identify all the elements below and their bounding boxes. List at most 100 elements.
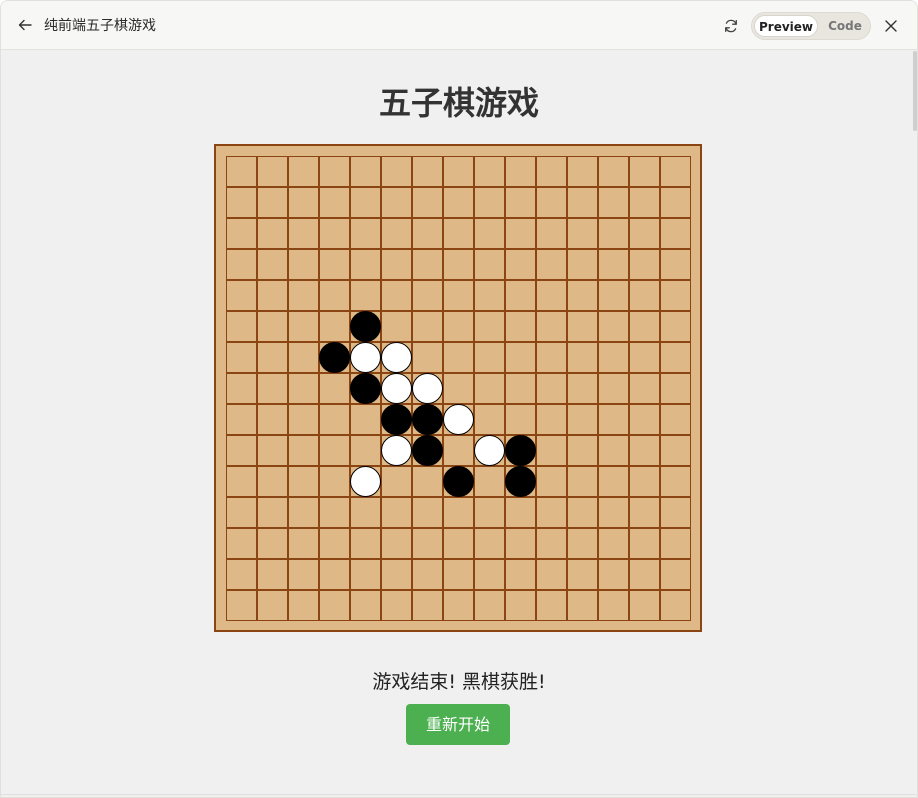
board-cell-5-3[interactable] xyxy=(319,311,350,342)
board-cell-11-10[interactable] xyxy=(536,497,567,528)
board-cell-11-0[interactable] xyxy=(226,497,257,528)
board-cell-12-11[interactable] xyxy=(567,528,598,559)
board-cell-7-4[interactable] xyxy=(350,373,381,404)
board-cell-1-7[interactable] xyxy=(443,187,474,218)
board-cell-2-4[interactable] xyxy=(350,218,381,249)
board-cell-2-0[interactable] xyxy=(226,218,257,249)
board-cell-2-7[interactable] xyxy=(443,218,474,249)
board-cell-12-9[interactable] xyxy=(505,528,536,559)
board-cell-4-5[interactable] xyxy=(381,280,412,311)
board-cell-0-7[interactable] xyxy=(443,156,474,187)
board-cell-1-5[interactable] xyxy=(381,187,412,218)
board-cell-3-6[interactable] xyxy=(412,249,443,280)
board-cell-10-1[interactable] xyxy=(257,466,288,497)
board-cell-5-5[interactable] xyxy=(381,311,412,342)
board-cell-8-3[interactable] xyxy=(319,404,350,435)
board-cell-7-9[interactable] xyxy=(505,373,536,404)
board-cell-13-8[interactable] xyxy=(474,559,505,590)
board-cell-13-5[interactable] xyxy=(381,559,412,590)
board-cell-10-8[interactable] xyxy=(474,466,505,497)
board-cell-1-2[interactable] xyxy=(288,187,319,218)
board-cell-2-8[interactable] xyxy=(474,218,505,249)
board-cell-12-13[interactable] xyxy=(629,528,660,559)
board-cell-13-4[interactable] xyxy=(350,559,381,590)
board-cell-1-10[interactable] xyxy=(536,187,567,218)
board-cell-14-2[interactable] xyxy=(288,590,319,621)
board-cell-3-7[interactable] xyxy=(443,249,474,280)
board-cell-6-1[interactable] xyxy=(257,342,288,373)
board-cell-13-1[interactable] xyxy=(257,559,288,590)
board-cell-5-7[interactable] xyxy=(443,311,474,342)
board-cell-14-14[interactable] xyxy=(660,590,691,621)
board-cell-13-2[interactable] xyxy=(288,559,319,590)
board-cell-11-9[interactable] xyxy=(505,497,536,528)
board-cell-12-8[interactable] xyxy=(474,528,505,559)
board-cell-2-6[interactable] xyxy=(412,218,443,249)
board-cell-8-2[interactable] xyxy=(288,404,319,435)
board-cell-6-10[interactable] xyxy=(536,342,567,373)
board-cell-7-12[interactable] xyxy=(598,373,629,404)
board-cell-9-14[interactable] xyxy=(660,435,691,466)
board-cell-3-12[interactable] xyxy=(598,249,629,280)
board-cell-6-9[interactable] xyxy=(505,342,536,373)
board-cell-13-9[interactable] xyxy=(505,559,536,590)
board-cell-3-0[interactable] xyxy=(226,249,257,280)
board-cell-10-5[interactable] xyxy=(381,466,412,497)
board-cell-8-4[interactable] xyxy=(350,404,381,435)
board-cell-14-4[interactable] xyxy=(350,590,381,621)
board-cell-3-4[interactable] xyxy=(350,249,381,280)
board-cell-14-1[interactable] xyxy=(257,590,288,621)
back-button[interactable] xyxy=(15,15,35,35)
board-cell-8-10[interactable] xyxy=(536,404,567,435)
board-cell-2-13[interactable] xyxy=(629,218,660,249)
board-cell-0-6[interactable] xyxy=(412,156,443,187)
board-cell-4-7[interactable] xyxy=(443,280,474,311)
board-cell-0-13[interactable] xyxy=(629,156,660,187)
board-cell-0-5[interactable] xyxy=(381,156,412,187)
board-cell-7-2[interactable] xyxy=(288,373,319,404)
board-cell-6-14[interactable] xyxy=(660,342,691,373)
board-cell-0-2[interactable] xyxy=(288,156,319,187)
board-cell-12-3[interactable] xyxy=(319,528,350,559)
board-cell-6-4[interactable] xyxy=(350,342,381,373)
board-cell-14-3[interactable] xyxy=(319,590,350,621)
board-cell-13-7[interactable] xyxy=(443,559,474,590)
board-cell-1-1[interactable] xyxy=(257,187,288,218)
board-cell-13-12[interactable] xyxy=(598,559,629,590)
board-cell-7-0[interactable] xyxy=(226,373,257,404)
board-cell-14-12[interactable] xyxy=(598,590,629,621)
board-cell-0-4[interactable] xyxy=(350,156,381,187)
board-cell-7-5[interactable] xyxy=(381,373,412,404)
board-cell-14-13[interactable] xyxy=(629,590,660,621)
board-cell-14-8[interactable] xyxy=(474,590,505,621)
board-cell-1-8[interactable] xyxy=(474,187,505,218)
board-cell-5-2[interactable] xyxy=(288,311,319,342)
board-cell-4-4[interactable] xyxy=(350,280,381,311)
board-cell-2-11[interactable] xyxy=(567,218,598,249)
board-cell-3-11[interactable] xyxy=(567,249,598,280)
board-cell-2-12[interactable] xyxy=(598,218,629,249)
board-cell-11-11[interactable] xyxy=(567,497,598,528)
board-cell-8-14[interactable] xyxy=(660,404,691,435)
board-cell-4-0[interactable] xyxy=(226,280,257,311)
board-cell-4-9[interactable] xyxy=(505,280,536,311)
board-cell-11-14[interactable] xyxy=(660,497,691,528)
board-cell-4-6[interactable] xyxy=(412,280,443,311)
board-cell-13-11[interactable] xyxy=(567,559,598,590)
board-cell-1-3[interactable] xyxy=(319,187,350,218)
board-cell-1-11[interactable] xyxy=(567,187,598,218)
board-cell-0-3[interactable] xyxy=(319,156,350,187)
board-cell-5-11[interactable] xyxy=(567,311,598,342)
board-cell-11-6[interactable] xyxy=(412,497,443,528)
board-cell-11-3[interactable] xyxy=(319,497,350,528)
board-cell-5-14[interactable] xyxy=(660,311,691,342)
preview-tab[interactable]: Preview xyxy=(754,15,818,37)
board-cell-9-10[interactable] xyxy=(536,435,567,466)
restart-button[interactable]: 重新开始 xyxy=(406,704,510,745)
board-cell-14-7[interactable] xyxy=(443,590,474,621)
board-cell-1-4[interactable] xyxy=(350,187,381,218)
board-cell-9-8[interactable] xyxy=(474,435,505,466)
board-cell-12-0[interactable] xyxy=(226,528,257,559)
board-cell-8-6[interactable] xyxy=(412,404,443,435)
board-cell-9-1[interactable] xyxy=(257,435,288,466)
